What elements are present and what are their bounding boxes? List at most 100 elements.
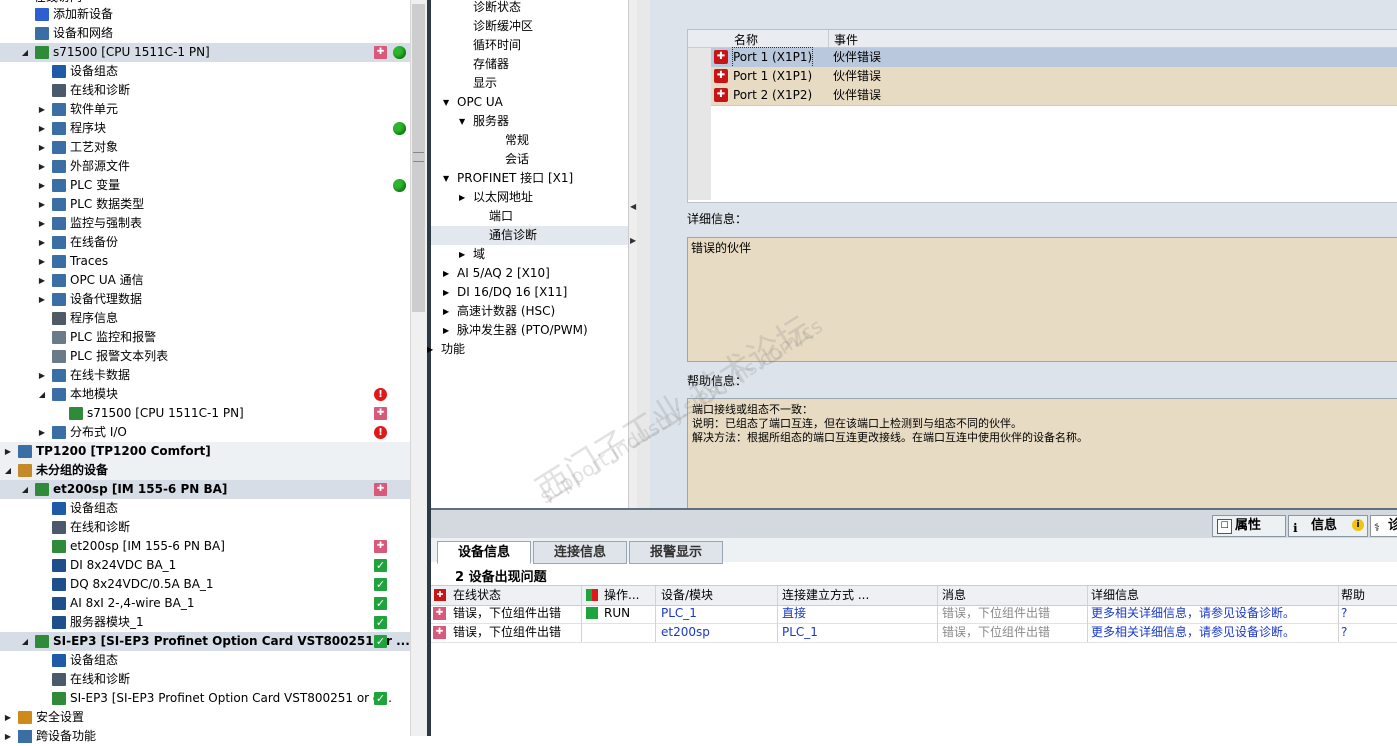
expand-right-icon[interactable]: ▶ xyxy=(630,236,636,245)
tree-item[interactable]: ▶ 在线卡数据 xyxy=(0,366,410,385)
tree-item[interactable]: ▶ 外部源文件 xyxy=(0,157,410,176)
expanded-arrow-icon[interactable]: ◢ xyxy=(20,43,30,62)
tab-connection-info[interactable]: 连接信息 xyxy=(533,541,627,564)
collapsed-arrow-icon[interactable]: ▶ xyxy=(37,176,47,195)
cell-details-link[interactable]: 更多相关详细信息，请参见设备诊断。 xyxy=(1088,604,1339,623)
nav-item[interactable]: 会话 xyxy=(431,150,628,169)
tab-info[interactable]: ℹ 信息 i xyxy=(1288,515,1368,537)
expanded-arrow-icon[interactable]: ◢ xyxy=(37,385,47,404)
collapsed-arrow-icon[interactable]: ▶ xyxy=(37,119,47,138)
col-message[interactable]: 消息 xyxy=(938,586,1088,605)
tree-item[interactable]: ▶ 设备代理数据 xyxy=(0,290,410,309)
collapsed-arrow-icon[interactable]: ▶ xyxy=(443,264,449,283)
tree-item[interactable]: ◢ et200sp [IM 155-6 PN BA] ✚ xyxy=(0,480,410,499)
nav-item[interactable]: ▶ 功能 xyxy=(427,340,628,359)
tree-item[interactable]: ▶ 分布式 I/O! xyxy=(0,423,410,442)
nav-item[interactable]: ▶ 高速计数器 (HSC) xyxy=(431,302,628,321)
collapsed-arrow-icon[interactable]: ▶ xyxy=(443,283,449,302)
collapsed-arrow-icon[interactable]: ▶ xyxy=(37,252,47,271)
tree-item[interactable]: ▶ 软件单元 xyxy=(0,100,410,119)
collapsed-arrow-icon[interactable]: ▶ xyxy=(37,271,47,290)
nav-item[interactable]: 端口 xyxy=(431,207,628,226)
collapsed-arrow-icon[interactable]: ▶ xyxy=(3,442,13,461)
event-row[interactable]: Port 1 (X1P1) 伙伴错误 xyxy=(711,67,1397,87)
nav-item[interactable]: 循环时间 xyxy=(431,36,628,55)
tree-item[interactable]: s71500 [CPU 1511C-1 PN] ✚ xyxy=(0,404,410,423)
tab-properties[interactable]: ☐ 属性 xyxy=(1212,515,1286,537)
cell-details-link[interactable]: 更多相关详细信息，请参见设备诊断。 xyxy=(1088,623,1339,642)
collapsed-arrow-icon[interactable]: ▶ xyxy=(443,321,449,340)
nav-item[interactable]: ▶ 以太网地址 xyxy=(431,188,628,207)
expanded-arrow-icon[interactable]: ◢ xyxy=(3,461,13,480)
tab-diagnostics[interactable]: ⚕ 诊 xyxy=(1370,515,1397,537)
collapsed-arrow-icon[interactable]: ▶ xyxy=(459,188,465,207)
nav-item[interactable]: 存储器 xyxy=(431,55,628,74)
tree-item[interactable]: ▶ 安全设置 xyxy=(0,708,410,727)
col-help[interactable]: 帮助 xyxy=(1339,586,1397,605)
tree-item[interactable]: ◢ SI-EP3 [SI-EP3 Profinet Option Card VST… xyxy=(0,632,410,651)
collapsed-arrow-icon[interactable]: ▶ xyxy=(443,302,449,321)
tree-item[interactable]: 添加新设备 xyxy=(0,5,410,24)
expanded-arrow-icon[interactable]: ◢ xyxy=(20,632,30,651)
nav-item[interactable]: ▼ PROFINET 接口 [X1] xyxy=(431,169,628,188)
tree-item[interactable]: 服务器模块_1 ✓ xyxy=(0,613,410,632)
tree-item[interactable]: AI 8xI 2-,4-wire BA_1 ✓ xyxy=(0,594,410,613)
nav-item[interactable]: 通信诊断 xyxy=(431,226,628,245)
collapsed-arrow-icon[interactable]: ▶ xyxy=(37,138,47,157)
expanded-arrow-icon[interactable]: ▼ xyxy=(443,169,449,188)
cell-device-link[interactable]: PLC_1 xyxy=(656,604,778,623)
collapsed-arrow-icon[interactable]: ▶ xyxy=(37,195,47,214)
tree-item[interactable]: SI-EP3 [SI-EP3 Profinet Option Card VST8… xyxy=(0,689,410,708)
cell-device-link[interactable]: et200sp xyxy=(656,623,778,642)
tree-item[interactable]: DQ 8x24VDC/0.5A BA_1 ✓ xyxy=(0,575,410,594)
tree-item[interactable]: et200sp [IM 155-6 PN BA] ✚ xyxy=(0,537,410,556)
tree-item[interactable]: 设备组态 xyxy=(0,62,410,81)
tree-item[interactable]: 在线和诊断 xyxy=(0,518,410,537)
tree-item-partial[interactable]: ▶ 跨设备功能 xyxy=(0,727,410,746)
collapsed-arrow-icon[interactable]: ▶ xyxy=(3,727,13,746)
col-device-module[interactable]: 设备/模块 xyxy=(656,586,778,605)
tree-item[interactable]: ▶ 工艺对象 xyxy=(0,138,410,157)
cell-connection[interactable]: PLC_1 xyxy=(778,623,938,642)
collapsed-arrow-icon[interactable]: ▶ xyxy=(427,340,433,359)
tree-item[interactable]: PLC 监控和报警 xyxy=(0,328,410,347)
tab-alarm-display[interactable]: 报警显示 xyxy=(629,541,723,564)
expanded-arrow-icon[interactable]: ▼ xyxy=(459,112,465,131)
nav-item[interactable]: ▼ OPC UA xyxy=(431,93,628,112)
tree-item[interactable]: ▶ 程序块 xyxy=(0,119,410,138)
tree-item[interactable]: 程序信息 xyxy=(0,309,410,328)
tree-item[interactable]: ▶ PLC 变量 xyxy=(0,176,410,195)
col-details[interactable]: 详细信息 xyxy=(1088,586,1339,605)
tree-item[interactable]: DI 8x24VDC BA_1 ✓ xyxy=(0,556,410,575)
tree-item[interactable]: ▶ 监控与强制表 xyxy=(0,214,410,233)
tree-item[interactable]: ◢ 本地模块! xyxy=(0,385,410,404)
collapse-left-icon[interactable]: ◀ xyxy=(630,202,636,211)
tab-device-info[interactable]: 设备信息 xyxy=(437,541,531,564)
nav-item[interactable]: ▼ 服务器 xyxy=(431,112,628,131)
event-row[interactable]: Port 1 (X1P1) 伙伴错误 xyxy=(711,47,1397,68)
nav-item[interactable]: ▶ 脉冲发生器 (PTO/PWM) xyxy=(431,321,628,340)
nav-item[interactable]: 显示 xyxy=(431,74,628,93)
tree-item[interactable]: 设备和网络 xyxy=(0,24,410,43)
tree-item[interactable]: PLC 报警文本列表 xyxy=(0,347,410,366)
tree-item[interactable]: ▶ 在线备份 xyxy=(0,233,410,252)
cell-help-link[interactable]: ? xyxy=(1339,604,1397,623)
nav-item[interactable]: ▶ AI 5/AQ 2 [X10] xyxy=(431,264,628,283)
expanded-arrow-icon[interactable]: ▼ xyxy=(443,93,449,112)
nav-item[interactable]: ▶ 域 xyxy=(431,245,628,264)
tree-item[interactable]: 在线和诊断 xyxy=(0,81,410,100)
collapsed-arrow-icon[interactable]: ▶ xyxy=(37,423,47,442)
collapsed-arrow-icon[interactable]: ▶ xyxy=(37,366,47,385)
nav-item[interactable]: 诊断缓冲区 xyxy=(431,17,628,36)
collapsed-arrow-icon[interactable]: ▶ xyxy=(3,708,13,727)
tree-item[interactable]: ◢ 未分组的设备 xyxy=(0,461,410,480)
collapsed-arrow-icon[interactable]: ▶ xyxy=(37,157,47,176)
collapsed-arrow-icon[interactable]: ▶ xyxy=(459,245,465,264)
col-name-header[interactable]: 名称 xyxy=(734,31,758,48)
cell-connection[interactable]: 直接 xyxy=(778,604,938,623)
col-operating-mode[interactable]: 操作... xyxy=(582,586,656,605)
table-row[interactable]: ✚ 错误，下位组件出错 RUN PLC_1 直接 错误，下位组件出错 更多相关详细信息，请参… xyxy=(431,604,1397,624)
table-row[interactable]: ✚ 错误，下位组件出错 et200sp PLC_1 错误，下位组件出错 更多相关详细信息，… xyxy=(431,623,1397,643)
col-event-header[interactable]: 事件 xyxy=(834,31,858,48)
tree-item[interactable]: ◢ s71500 [CPU 1511C-1 PN] ✚ xyxy=(0,43,410,62)
